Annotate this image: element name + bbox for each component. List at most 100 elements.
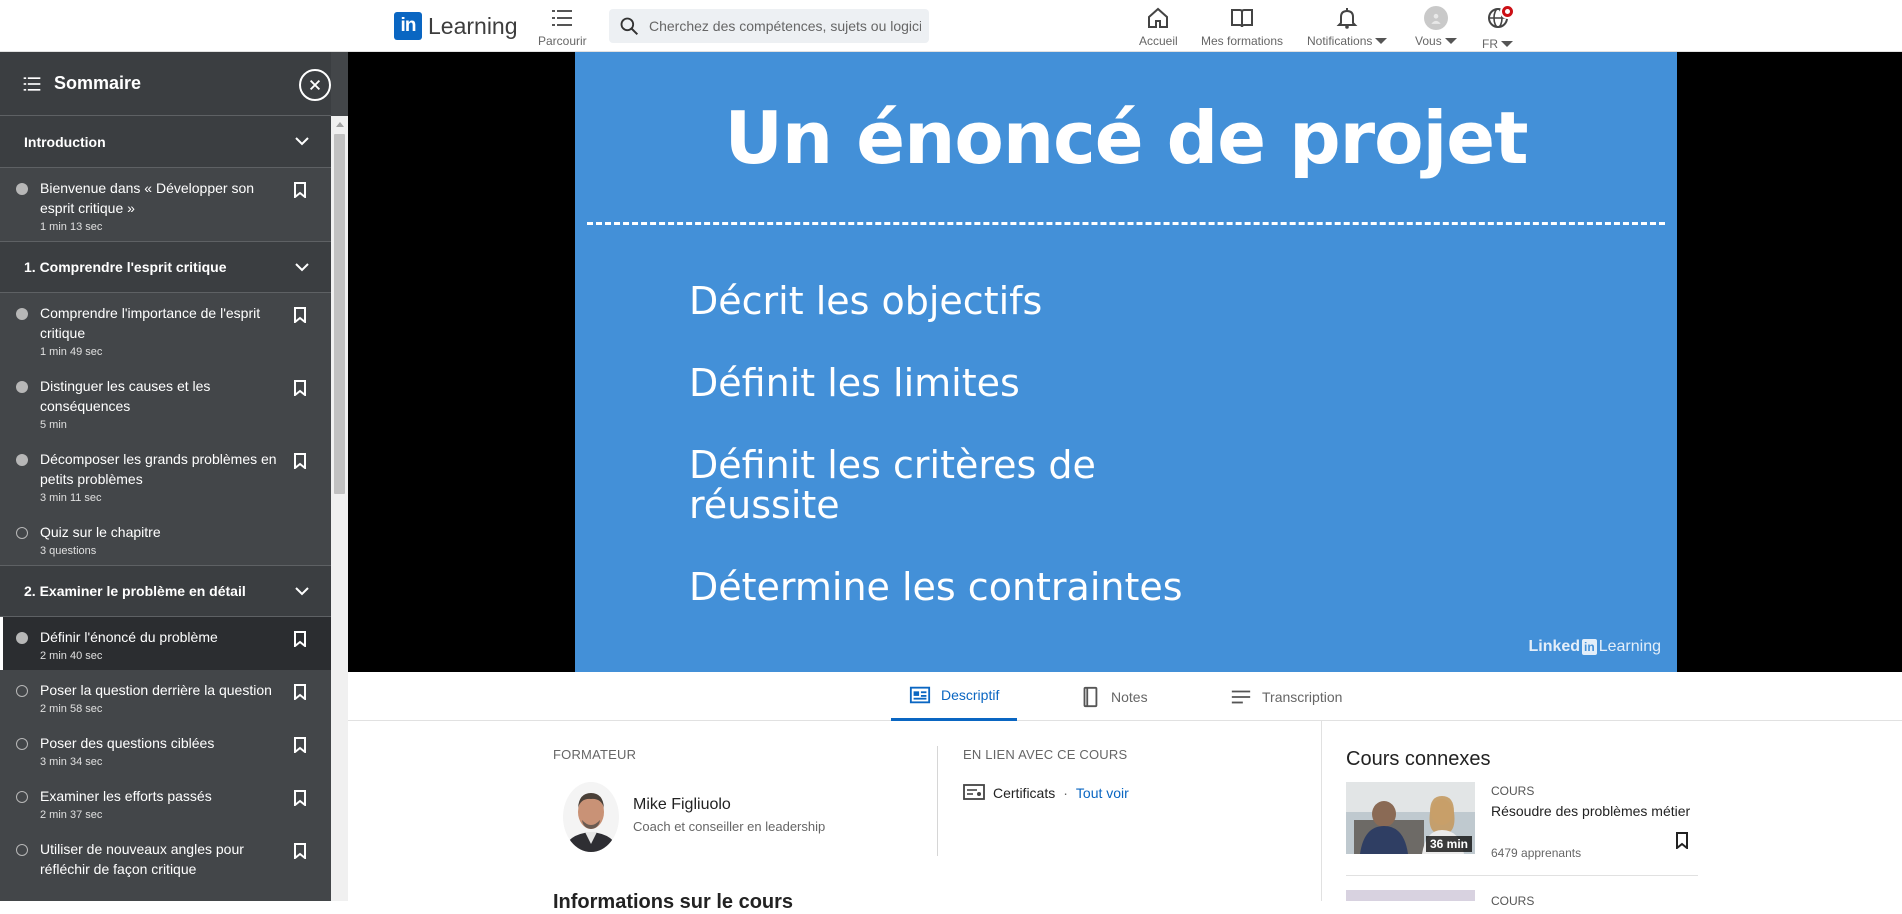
me-label: Vous [1415, 34, 1442, 48]
notebook-icon [1083, 686, 1098, 707]
logo-text: Learning [428, 12, 518, 39]
search-input[interactable] [649, 18, 921, 34]
search-icon [620, 17, 639, 36]
instructor-name[interactable]: Mike Figliuolo [633, 796, 731, 814]
list-item[interactable]: Poser des questions ciblées 3 min 34 sec [0, 723, 331, 776]
chevron-down-icon [295, 587, 309, 596]
book-icon [1231, 9, 1254, 28]
instructor-section-label: FORMATEUR [553, 747, 637, 762]
not-started-status-icon [16, 791, 28, 803]
nav-home[interactable]: Accueil [1139, 6, 1178, 48]
close-sidebar-button[interactable] [299, 69, 331, 101]
bookmark-icon[interactable] [293, 737, 307, 753]
item-title: Bienvenue dans « Développer son esprit c… [40, 180, 255, 216]
course-thumbnail[interactable]: 36 min [1346, 782, 1475, 854]
bookmark-icon[interactable] [293, 790, 307, 806]
chevron-down-icon [1501, 41, 1513, 47]
list-item[interactable]: Comprendre l'importance de l'esprit crit… [0, 293, 331, 366]
certificates-row: Certificats · Tout voir [963, 784, 1129, 802]
nav-my-courses[interactable]: Mes formations [1201, 6, 1283, 48]
course-title[interactable]: Résoudre des problèmes métier [1491, 803, 1690, 819]
not-started-status-icon [16, 527, 28, 539]
nav-notifications[interactable]: Notifications [1307, 6, 1388, 48]
viewed-status-icon [16, 454, 28, 466]
bookmark-icon[interactable] [293, 307, 307, 323]
bookmark-icon[interactable] [293, 182, 307, 198]
instructor-portrait [563, 782, 619, 852]
chapter-title: 2. Examiner le problème en détail [24, 583, 246, 599]
table-of-contents-sidebar: Sommaire Introduction Bienvenue dans « D… [0, 52, 348, 901]
item-duration: 1 min 49 sec [40, 346, 103, 358]
course-info-heading: Informations sur le cours [553, 891, 794, 913]
chevron-down-icon [295, 263, 309, 272]
chevron-down-icon [1375, 38, 1388, 44]
sidebar-header: Sommaire [0, 52, 331, 116]
sidebar-title: Sommaire [54, 73, 142, 93]
bookmark-icon[interactable] [293, 684, 307, 700]
scroll-up-arrow[interactable] [336, 122, 344, 127]
item-title: Poser la question derrière la question [40, 682, 272, 698]
notifications-label: Notifications [1307, 34, 1373, 48]
slide-title: Un énoncé de projet [724, 96, 1528, 180]
scrollbar-thumb[interactable] [334, 134, 345, 494]
see-all-link[interactable]: Tout voir [1076, 785, 1129, 801]
browse-label: Parcourir [538, 34, 587, 48]
course-type: COURS [1491, 784, 1535, 798]
nav-me[interactable]: Vous [1415, 6, 1457, 48]
slide-bullet: Définit les critères de réussite [689, 443, 1096, 527]
course-type: COURS [1491, 894, 1535, 908]
list-icon [552, 10, 573, 26]
bookmark-icon[interactable] [293, 453, 307, 469]
chapter-introduction[interactable]: Introduction [0, 116, 331, 168]
list-item[interactable]: Examiner les efforts passés 2 min 37 sec [0, 776, 331, 829]
slide-bullet: Décrit les objectifs [689, 279, 1043, 323]
list-item[interactable]: Utiliser de nouveaux angles pour réfléch… [0, 829, 331, 887]
viewed-status-icon [16, 183, 28, 195]
video-player[interactable]: Un énoncé de projet Décrit les objectifs… [348, 52, 1902, 672]
chapter-list: Introduction Bienvenue dans « Développer… [0, 116, 331, 887]
tab-label: Transcription [1262, 688, 1343, 705]
item-duration: 3 questions [40, 545, 97, 557]
sidebar-scrollbar[interactable] [331, 116, 348, 901]
top-navigation: in Learning Parcourir Accueil Mes format… [0, 0, 1902, 52]
tab-overview[interactable]: Descriptif [891, 672, 1018, 721]
item-duration: 5 min [40, 419, 67, 431]
slide-bullet: Détermine les contraintes [689, 565, 1183, 609]
list-item[interactable]: Distinguer les causes et les conséquence… [0, 366, 331, 439]
item-duration: 3 min 34 sec [40, 756, 103, 768]
list-icon [23, 76, 41, 91]
item-title: Examiner les efforts passés [40, 788, 212, 804]
slide-divider [587, 222, 1665, 225]
search-bar[interactable] [609, 9, 929, 43]
course-thumbnail[interactable] [1346, 890, 1475, 901]
bookmark-icon[interactable] [1675, 832, 1689, 849]
list-item[interactable]: Décomposer les grands problèmes en petit… [0, 439, 331, 512]
home-label: Accueil [1139, 34, 1178, 48]
tab-notes[interactable]: Notes [1061, 672, 1166, 721]
tab-label: Descriptif [941, 687, 1000, 703]
tab-transcript[interactable]: Transcription [1212, 672, 1360, 721]
item-duration: 3 min 11 sec [40, 492, 102, 504]
list-item-active[interactable]: Définir l'énoncé du problème 2 min 40 se… [0, 617, 331, 670]
instructor-photo[interactable] [563, 782, 619, 852]
item-title: Distinguer les causes et les conséquence… [40, 378, 211, 414]
list-item[interactable]: Poser la question derrière la question 2… [0, 670, 331, 723]
language-label: FR [1482, 37, 1498, 51]
bookmark-icon[interactable] [293, 631, 307, 647]
chapter-title: 1. Comprendre l'esprit critique [24, 259, 227, 275]
transcript-icon [1231, 690, 1251, 703]
linkedin-learning-logo[interactable]: in Learning [394, 12, 518, 40]
document-icon [909, 686, 931, 704]
bookmark-icon[interactable] [293, 843, 307, 859]
chapter-2[interactable]: 2. Examiner le problème en détail [0, 565, 331, 617]
current-status-icon [16, 632, 28, 644]
bookmark-icon[interactable] [293, 380, 307, 396]
chapter-1[interactable]: 1. Comprendre l'esprit critique [0, 241, 331, 293]
avatar [1423, 6, 1448, 30]
list-item[interactable]: Quiz sur le chapitre 3 questions [0, 512, 331, 565]
list-item[interactable]: Bienvenue dans « Développer son esprit c… [0, 168, 331, 241]
nav-language[interactable]: FR [1482, 4, 1515, 51]
browse-button[interactable]: Parcourir [538, 6, 587, 48]
certificates-label: Certificats [993, 785, 1056, 801]
viewed-status-icon [16, 308, 28, 320]
